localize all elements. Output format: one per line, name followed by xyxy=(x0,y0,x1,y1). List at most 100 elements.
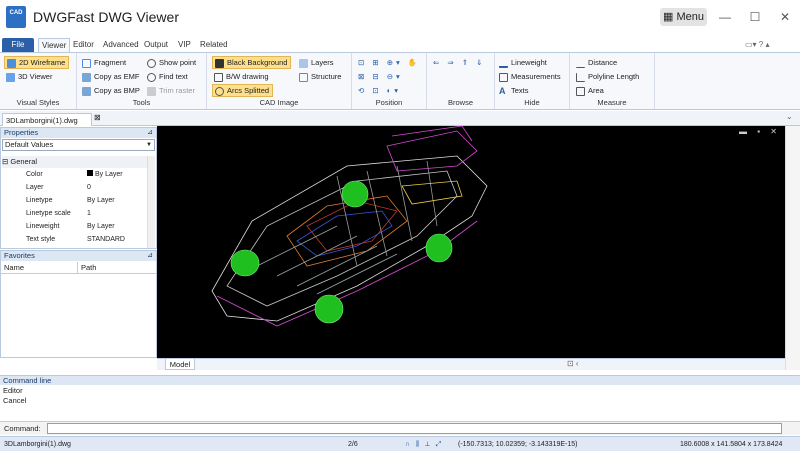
close-tab-icon[interactable]: ⊠ xyxy=(94,113,101,122)
arc-icon xyxy=(215,86,224,96)
fragment-button[interactable]: Fragment xyxy=(82,56,126,69)
command-input[interactable] xyxy=(47,423,782,434)
style-dropdown-icon[interactable]: ▭▾ ? ▴ xyxy=(742,38,772,52)
group-general[interactable]: ⊟ General xyxy=(2,156,148,168)
bw-drawing-button[interactable]: B/W drawing xyxy=(214,70,269,83)
command-log: Editor Cancel xyxy=(0,386,800,420)
tab-vip[interactable]: VIP xyxy=(175,38,194,52)
cube-icon xyxy=(6,72,15,82)
zoom-fit-icon[interactable]: ⊠ ⊟ ⊖▾ xyxy=(358,70,403,83)
color-swatch xyxy=(87,170,93,176)
rotate-icon[interactable]: ⟲ ⊡ ◐▾ xyxy=(358,84,401,97)
show-point-button[interactable]: Show point xyxy=(147,56,196,69)
tab-model[interactable]: Model xyxy=(165,359,195,370)
structure-icon xyxy=(299,72,308,82)
document-tab[interactable]: 3DLamborgini(1).dwg xyxy=(2,113,92,126)
property-row[interactable]: Lineweight By Layer xyxy=(1,220,147,233)
group-label: Position xyxy=(375,98,403,107)
layout-nav-icon[interactable]: ⊡ ‹ xyxy=(567,359,579,368)
measurements-button[interactable]: Measurements xyxy=(499,70,561,83)
status-size: 180.6008 x 141.5804 x 173.8424 xyxy=(680,441,783,448)
trim-icon xyxy=(147,86,156,96)
2d-wireframe-button[interactable]: 2D Wireframe xyxy=(4,56,70,69)
properties-scrollbar[interactable] xyxy=(147,156,155,248)
point-icon xyxy=(147,58,156,68)
3d-viewer-button[interactable]: 3D Viewer xyxy=(6,70,52,83)
close-button[interactable]: ✕ xyxy=(775,8,795,26)
document-tab-bar: 3DLamborgini(1).dwg ⊠ ⌄ xyxy=(0,111,800,126)
distance-button[interactable]: Distance xyxy=(576,56,617,69)
arcs-splitted-button[interactable]: Arcs Splitted xyxy=(212,84,274,97)
trim-raster-button[interactable]: Trim raster xyxy=(147,84,195,97)
search-icon xyxy=(147,72,156,82)
group-hide: Lineweight Measurements A Texts Hide xyxy=(495,53,570,109)
favorites-header: Favorites ⊿ xyxy=(1,251,156,261)
menu-button[interactable]: ▦ Menu xyxy=(660,8,707,26)
column-name[interactable]: Name xyxy=(4,262,24,274)
group-browse: ⇐ ⇒ ⇑ ⇓ Browse xyxy=(427,53,495,109)
tab-related[interactable]: Related xyxy=(197,38,231,52)
snap-icons[interactable]: ∩ ⫼ ⊥ ⤢ xyxy=(405,437,443,452)
maximize-button[interactable]: ☐ xyxy=(745,8,765,26)
drawing-canvas[interactable]: ▬ ▪ ✕ xyxy=(157,126,785,358)
tab-output[interactable]: Output xyxy=(141,38,171,52)
property-row[interactable]: Color By Layer xyxy=(1,168,147,181)
status-page: 2/6 xyxy=(348,441,358,448)
browse-arrows-icon[interactable]: ⇐ ⇒ ⇑ ⇓ xyxy=(433,56,485,69)
group-position: ⊡ ⊞ ⊕▾ ✋ ⊠ ⊟ ⊖▾ ⟲ ⊡ ◐▾ Position xyxy=(352,53,427,109)
group-label: Visual Styles xyxy=(16,98,60,107)
status-file: 3DLamborgini(1).dwg xyxy=(4,441,71,448)
bw-icon xyxy=(214,72,223,82)
column-path[interactable]: Path xyxy=(77,262,96,274)
group-label: Browse xyxy=(447,98,473,107)
group-cad-image: Black Background B/W drawing Arcs Splitt… xyxy=(207,53,352,109)
app-title: DWGFast DWG Viewer xyxy=(33,9,179,25)
favorites-panel: Favorites ⊿ Name Path xyxy=(0,250,157,358)
group-label: Tools xyxy=(132,98,151,107)
property-row[interactable]: Layer 0 xyxy=(1,181,147,194)
copy-icon xyxy=(82,86,91,96)
fragment-icon xyxy=(82,58,91,68)
ribbon: 2D Wireframe 3D Viewer Visual Styles Fra… xyxy=(0,52,800,110)
tab-advanced[interactable]: Advanced xyxy=(100,38,142,52)
property-row[interactable]: Linetype By Layer xyxy=(1,194,147,207)
find-text-button[interactable]: Find text xyxy=(147,70,188,83)
tab-file[interactable]: File xyxy=(2,38,34,52)
area-button[interactable]: Area xyxy=(576,84,604,97)
background-icon xyxy=(215,58,224,68)
property-row[interactable]: Linetype scale 1 xyxy=(1,207,147,220)
copy-emf-button[interactable]: Copy as EMF xyxy=(82,70,139,83)
tab-viewer[interactable]: Viewer xyxy=(38,38,71,52)
copy-bmp-button[interactable]: Copy as BMP xyxy=(82,84,140,97)
properties-selector[interactable]: Default Values ▼ xyxy=(2,139,155,151)
minimize-button[interactable]: — xyxy=(715,8,735,26)
layers-button[interactable]: Layers xyxy=(299,56,334,69)
properties-panel: Properties ⊿ Default Values ▼ ⊟ General Co… xyxy=(0,127,157,249)
property-row[interactable]: Text style STANDARD xyxy=(1,233,147,246)
command-line-header: Command line xyxy=(0,375,800,385)
favorites-column-header: Name Path xyxy=(1,262,156,274)
title-bar: CAD DWGFast DWG Viewer ▦ Menu — ☐ ✕ xyxy=(0,0,800,36)
copy-icon xyxy=(82,72,91,82)
polyline-length-button[interactable]: Polyline Length xyxy=(576,70,639,83)
properties-header: Properties ⊿ xyxy=(1,128,156,138)
pin-icon[interactable]: ⊿ xyxy=(147,251,153,261)
zoom-tools-icon[interactable]: ⊡ ⊞ ⊕▾ ✋ xyxy=(358,56,420,69)
vertical-scrollbar[interactable] xyxy=(785,126,800,370)
grid-icon: ▦ xyxy=(663,11,674,23)
texts-button[interactable]: A Texts xyxy=(499,84,529,97)
ruler-icon xyxy=(499,72,508,82)
polyline-icon xyxy=(576,72,585,82)
layers-icon xyxy=(299,58,308,68)
lineweight-button[interactable]: Lineweight xyxy=(499,56,547,69)
menu-label: Menu xyxy=(676,11,704,23)
group-label: CAD Image xyxy=(259,98,299,107)
black-background-button[interactable]: Black Background xyxy=(212,56,292,69)
structure-button[interactable]: Structure xyxy=(299,70,341,83)
wireframe-icon xyxy=(7,58,16,68)
group-measure: Distance Polyline Length Area Measure xyxy=(570,53,655,109)
pin-icon[interactable]: ⊿ xyxy=(147,128,153,138)
tab-editor[interactable]: Editor xyxy=(70,38,97,52)
area-icon xyxy=(576,86,585,96)
collapse-icon[interactable]: ⌄ xyxy=(786,112,793,121)
